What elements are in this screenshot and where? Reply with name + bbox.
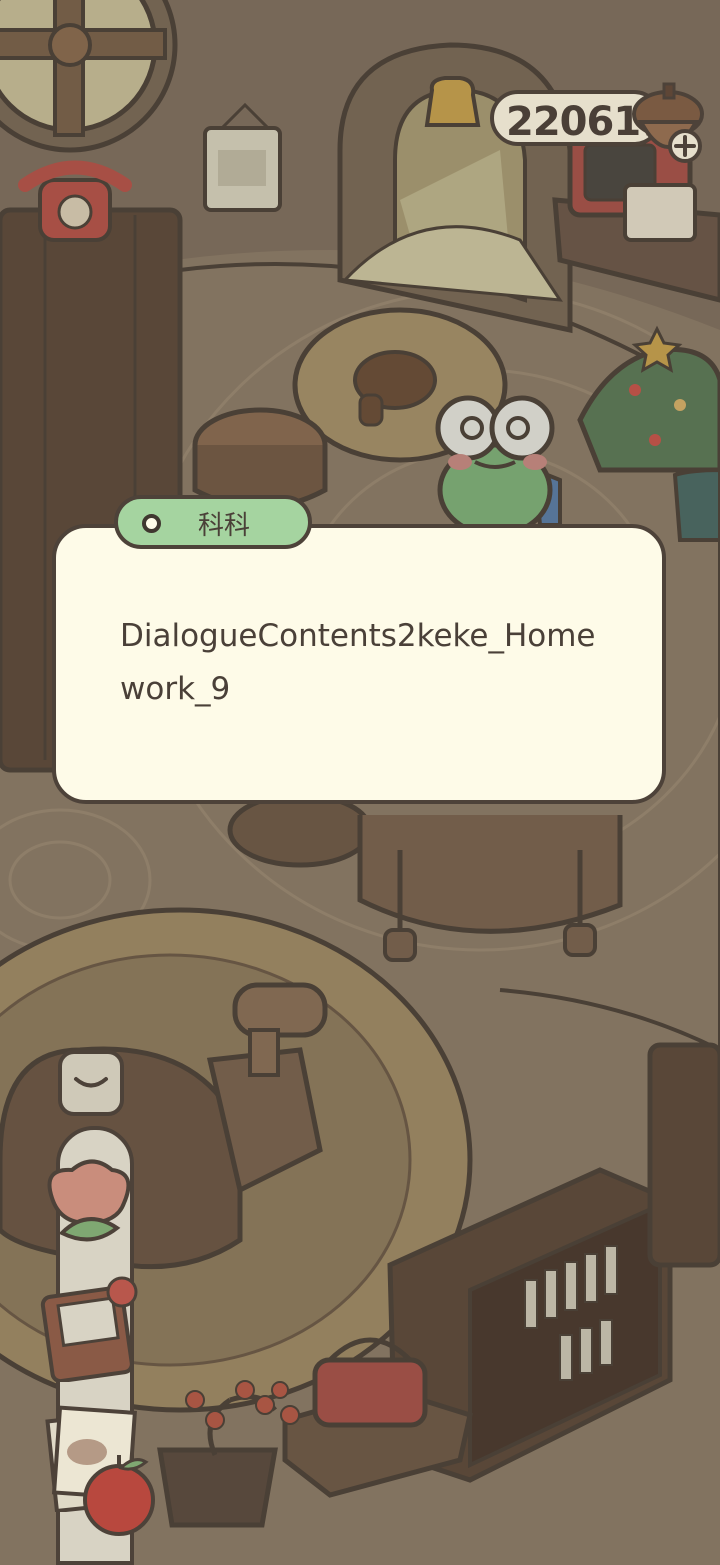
dialogue-text: DialogueContents2keke_Homework_9 bbox=[120, 618, 596, 707]
plus-icon[interactable] bbox=[668, 129, 702, 163]
notebook-icon[interactable] bbox=[37, 1272, 147, 1382]
speaker-name: 科科 bbox=[198, 511, 251, 541]
tulip-icon[interactable] bbox=[32, 1148, 142, 1258]
chevron-down-icon bbox=[74, 1077, 108, 1088]
currency-counter: 220617 bbox=[490, 82, 704, 163]
speaker-name-tag: 科科 bbox=[114, 495, 312, 549]
apple-icon[interactable] bbox=[74, 1450, 164, 1540]
dialogue-box[interactable]: DialogueContents2keke_Homework_9 bbox=[52, 524, 666, 804]
side-menu bbox=[40, 1050, 155, 1565]
name-tag-dot bbox=[142, 514, 161, 533]
collapse-button[interactable] bbox=[58, 1050, 124, 1116]
